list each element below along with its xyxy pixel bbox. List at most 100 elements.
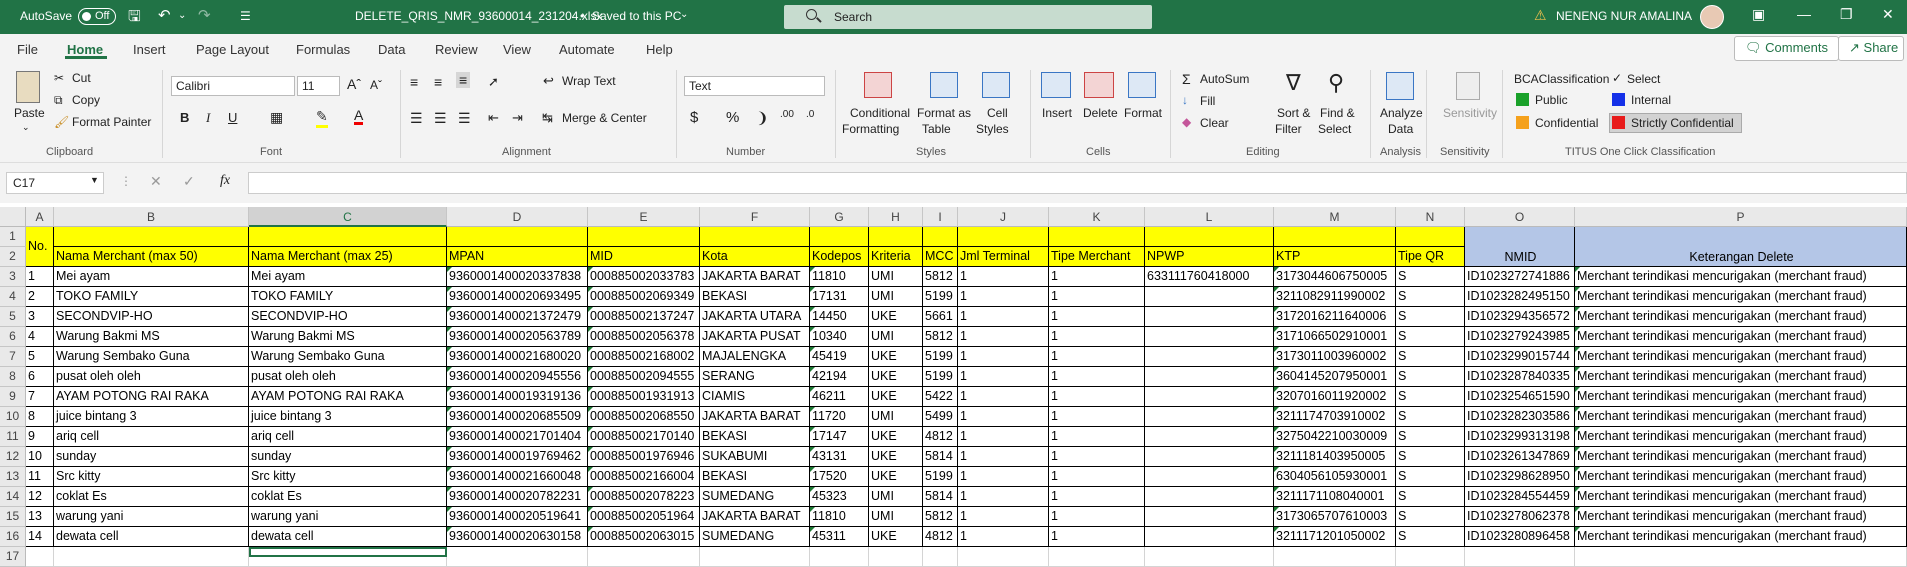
select-button[interactable]: Select xyxy=(1627,72,1660,86)
align-left-icon[interactable]: ☰ xyxy=(410,110,423,127)
data-cell[interactable]: Mei ayam xyxy=(54,267,249,287)
data-cell[interactable]: 1 xyxy=(1049,267,1145,287)
data-cell[interactable]: ariq cell xyxy=(54,427,249,447)
format-as-table-label-2[interactable]: Table xyxy=(922,122,951,136)
decrease-indent-icon[interactable]: ⇤ xyxy=(488,110,499,126)
data-cell[interactable]: UKE xyxy=(869,427,923,447)
header-cell-j[interactable]: Jml Terminal xyxy=(958,247,1049,267)
data-cell[interactable]: 3173011003960002 xyxy=(1274,347,1396,367)
header-blank-f[interactable] xyxy=(700,227,810,247)
data-cell[interactable]: Merchant terindikasi mencurigakan (merch… xyxy=(1575,307,1907,327)
data-cell[interactable]: ID1023272741886 xyxy=(1465,267,1575,287)
tab-data[interactable]: Data xyxy=(378,42,405,57)
data-cell[interactable]: 10340 xyxy=(810,327,869,347)
data-cell[interactable]: Merchant terindikasi mencurigakan (merch… xyxy=(1575,387,1907,407)
row-header-5[interactable]: 5 xyxy=(0,307,26,327)
data-cell[interactable] xyxy=(1145,427,1274,447)
data-cell[interactable]: 9360001400020685509 xyxy=(447,407,588,427)
data-cell[interactable] xyxy=(1145,387,1274,407)
paste-button[interactable]: Paste xyxy=(14,106,45,120)
data-cell[interactable]: UKE xyxy=(869,347,923,367)
data-cell[interactable]: coklat Es xyxy=(54,487,249,507)
underline-button[interactable]: U xyxy=(228,110,237,125)
data-cell[interactable] xyxy=(1145,367,1274,387)
data-cell[interactable]: JAKARTA BARAT xyxy=(700,507,810,527)
data-cell[interactable]: pusat oleh oleh xyxy=(54,367,249,387)
data-cell[interactable]: 42194 xyxy=(810,367,869,387)
data-cell[interactable]: Mei ayam xyxy=(249,267,447,287)
data-cell[interactable]: 10 xyxy=(26,447,54,467)
select-icon[interactable]: ✓ xyxy=(1612,71,1622,85)
data-cell[interactable]: 3211082911990002 xyxy=(1274,287,1396,307)
data-cell[interactable]: UKE xyxy=(869,467,923,487)
name-box-dropdown-icon[interactable]: ▼ xyxy=(90,175,99,185)
analyze-data-icon[interactable] xyxy=(1386,72,1414,100)
chevron-down-icon[interactable]: ⌄ xyxy=(680,9,688,20)
data-cell[interactable]: warung yani xyxy=(249,507,447,527)
copy-icon[interactable]: ⧉ xyxy=(54,93,63,108)
row-header-11[interactable]: 11 xyxy=(0,427,26,447)
insert-function-icon[interactable]: fx xyxy=(220,173,230,189)
data-cell[interactable]: dewata cell xyxy=(249,527,447,547)
data-cell[interactable]: 5 xyxy=(26,347,54,367)
row-header-13[interactable]: 13 xyxy=(0,467,26,487)
data-cell[interactable]: ID1023299313198 xyxy=(1465,427,1575,447)
header-blank-c[interactable] xyxy=(249,227,447,247)
empty-cell[interactable] xyxy=(810,547,869,567)
row-header-2[interactable]: 2 xyxy=(0,247,26,267)
data-cell[interactable]: Warung Bakmi MS xyxy=(249,327,447,347)
data-cell[interactable]: 1 xyxy=(1049,527,1145,547)
data-cell[interactable]: 1 xyxy=(26,267,54,287)
cell-styles-label-1[interactable]: Cell xyxy=(987,106,1008,120)
data-cell[interactable]: UKE xyxy=(869,307,923,327)
data-cell[interactable]: 5199 xyxy=(923,367,958,387)
header-cell-f[interactable]: Kota xyxy=(700,247,810,267)
data-cell[interactable]: 5814 xyxy=(923,487,958,507)
header-cell-o[interactable]: NMID xyxy=(1465,227,1575,267)
data-cell[interactable]: S xyxy=(1396,427,1465,447)
empty-cell[interactable] xyxy=(26,547,54,567)
row-header-14[interactable]: 14 xyxy=(0,487,26,507)
data-cell[interactable]: 5812 xyxy=(923,507,958,527)
tab-file[interactable]: File xyxy=(17,42,38,57)
data-cell[interactable]: ID1023280896458 xyxy=(1465,527,1575,547)
data-cell[interactable]: 4812 xyxy=(923,527,958,547)
format-painter-button[interactable]: Format Painter xyxy=(72,115,151,129)
data-cell[interactable]: S xyxy=(1396,327,1465,347)
data-cell[interactable]: 1 xyxy=(1049,427,1145,447)
analyze-data-label-1[interactable]: Analyze xyxy=(1380,106,1423,120)
data-cell[interactable]: S xyxy=(1396,287,1465,307)
data-cell[interactable]: 000885002078223 xyxy=(588,487,700,507)
clear-icon[interactable]: ◆ xyxy=(1182,115,1191,129)
column-header-o[interactable]: O xyxy=(1465,207,1575,227)
percent-icon[interactable]: % xyxy=(726,109,739,126)
data-cell[interactable]: S xyxy=(1396,487,1465,507)
data-cell[interactable]: 4 xyxy=(26,327,54,347)
format-painter-icon[interactable]: 🖌 xyxy=(54,115,69,129)
data-cell[interactable]: 5814 xyxy=(923,447,958,467)
column-header-h[interactable]: H xyxy=(869,207,923,227)
data-cell[interactable]: 2 xyxy=(26,287,54,307)
data-cell[interactable]: Merchant terindikasi mencurigakan (merch… xyxy=(1575,507,1907,527)
data-cell[interactable]: 9360001400020945556 xyxy=(447,367,588,387)
fill-color-icon[interactable]: ✎ xyxy=(316,108,328,128)
data-cell[interactable]: Merchant terindikasi mencurigakan (merch… xyxy=(1575,467,1907,487)
data-cell[interactable]: ID1023261347869 xyxy=(1465,447,1575,467)
data-cell[interactable]: Warung Sembako Guna xyxy=(54,347,249,367)
avatar[interactable] xyxy=(1700,5,1724,29)
column-header-g[interactable]: G xyxy=(810,207,869,227)
decrease-decimal-icon[interactable]: .0 xyxy=(806,109,814,120)
data-cell[interactable]: Src kitty xyxy=(249,467,447,487)
data-cell[interactable]: Merchant terindikasi mencurigakan (merch… xyxy=(1575,427,1907,447)
column-header-d[interactable]: D xyxy=(447,207,588,227)
data-cell[interactable]: 5661 xyxy=(923,307,958,327)
row-header-6[interactable]: 6 xyxy=(0,327,26,347)
font-size-select[interactable]: 11 xyxy=(297,76,340,96)
header-blank-k[interactable] xyxy=(1049,227,1145,247)
data-cell[interactable] xyxy=(1145,347,1274,367)
data-cell[interactable]: 3275042210030009 xyxy=(1274,427,1396,447)
data-cell[interactable]: 1 xyxy=(958,387,1049,407)
data-cell[interactable]: 3211174703910002 xyxy=(1274,407,1396,427)
data-cell[interactable]: S xyxy=(1396,367,1465,387)
data-cell[interactable]: SERANG xyxy=(700,367,810,387)
